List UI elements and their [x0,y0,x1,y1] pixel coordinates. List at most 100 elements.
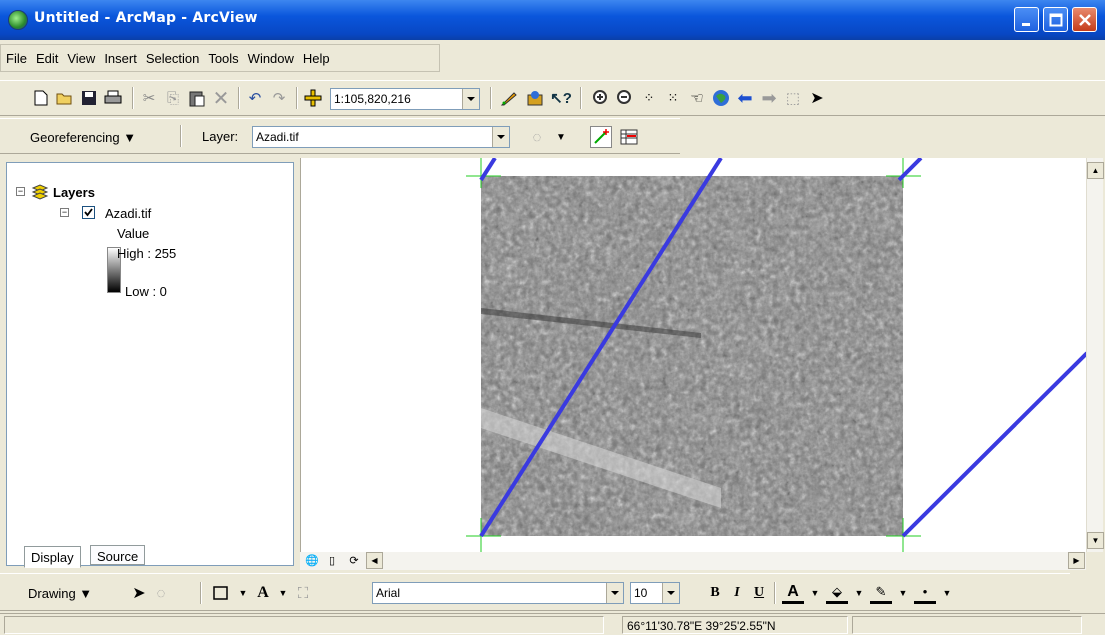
legend-high-label: High : 255 [117,246,177,261]
menu-tools[interactable]: Tools [203,45,242,66]
title-bar: Untitled - ArcMap - ArcView [0,0,1105,40]
select-elements-icon[interactable]: ➤ [128,582,150,604]
underline-button[interactable]: U [748,582,770,604]
layout-view-icon[interactable]: ▯ [324,552,340,568]
map-scale-value: 1:105,820,216 [334,92,411,106]
select-features-icon[interactable]: ⬚ [782,87,804,109]
zoom-out-icon[interactable] [614,87,636,109]
zoom-in-icon[interactable] [590,87,612,109]
fixed-zoom-out-icon[interactable]: ⁙ [662,87,684,109]
line-color-dropdown-icon[interactable]: ▼ [892,582,914,604]
map-scale-combo[interactable]: 1:105,820,216 [330,88,480,110]
redo-icon[interactable]: ↷ [268,87,290,109]
save-icon[interactable] [78,87,100,109]
print-icon[interactable] [102,87,124,109]
full-extent-globe-icon[interactable] [710,87,732,109]
pan-hand-icon[interactable]: ☜ [686,87,708,109]
font-color-button[interactable]: A [782,582,804,604]
georeferencing-menu[interactable]: Georeferencing ▼ [24,125,142,149]
layer-dropdown-icon[interactable] [492,127,509,147]
status-extra [852,616,1082,634]
scroll-up-icon[interactable]: ▲ [1087,162,1104,179]
font-name-combo[interactable]: Arial [372,582,624,604]
font-dropdown-icon[interactable] [606,583,623,603]
drawing-menu[interactable]: Drawing ▼ [22,581,98,605]
scale-dropdown-icon[interactable] [462,89,479,109]
menu-edit[interactable]: Edit [31,45,62,66]
font-color-dropdown-icon[interactable]: ▼ [804,582,826,604]
add-data-icon[interactable] [302,87,324,109]
cut-icon[interactable]: ✂ [138,87,160,109]
layers-collapse-icon[interactable]: − [16,187,25,196]
italic-button[interactable]: I [726,582,748,604]
status-coordinates: 66°11'30.78"E 39°25'2.55"N [622,616,848,634]
fill-color-icon[interactable]: ⬙ [826,582,848,604]
add-control-points-icon[interactable] [590,126,612,148]
new-document-icon[interactable] [30,87,52,109]
rotate-element-icon[interactable]: ◌ [150,582,172,604]
menu-file[interactable]: File [1,45,31,66]
whats-this-help-icon[interactable]: ↖? [550,87,572,109]
layer-collapse-icon[interactable]: − [60,208,69,217]
map-display[interactable] [300,158,1086,552]
font-name-value: Arial [376,586,401,600]
window-title: Untitled - ArcMap - ArcView [34,10,258,26]
layer-combo[interactable]: Azadi.tif [252,126,510,148]
marker-color-dropdown-icon[interactable]: ▼ [936,582,958,604]
font-size-dropdown-icon[interactable] [662,583,679,603]
menu-insert[interactable]: Insert [99,45,141,66]
refresh-view-icon[interactable]: ⟳ [346,552,362,568]
fixed-zoom-in-icon[interactable]: ⁘ [638,87,660,109]
text-dropdown-icon[interactable]: ▼ [272,582,294,604]
scroll-right-icon[interactable]: ▶ [1068,552,1085,569]
edit-vertices-icon[interactable]: ⛶ [292,582,314,604]
rotate-dropdown-icon[interactable]: ▼ [550,126,572,148]
map-bottom-bar: 🌐 ▯ ⟳ ◀ ▶ [300,552,1086,570]
menu-selection[interactable]: Selection [141,45,203,66]
scroll-left-icon[interactable]: ◀ [366,552,383,569]
layers-group-icon [31,184,49,203]
minimize-button[interactable] [1014,7,1039,32]
tab-source[interactable]: Source [90,545,146,565]
undo-icon[interactable]: ↶ [244,87,266,109]
layer-visibility-checkbox[interactable] [82,206,95,219]
delete-icon[interactable]: ✕ [210,87,232,110]
bold-button[interactable]: B [704,582,726,604]
open-folder-icon[interactable] [54,87,76,109]
marker-color-icon[interactable]: • [914,582,936,604]
rectangle-icon[interactable] [210,582,232,604]
new-text-icon[interactable]: A [252,582,274,604]
georeferencing-toolbar: Georeferencing ▼ Layer: Azadi.tif ◌ ▼ [0,118,680,154]
menu-window[interactable]: Window [243,45,298,66]
editor-toolbar-icon[interactable] [498,87,520,109]
satellite-raster-image [481,176,903,536]
tab-display[interactable]: Display [24,546,81,568]
data-view-icon[interactable]: 🌐 [304,552,320,568]
scroll-down-icon[interactable]: ▼ [1087,532,1104,549]
line-color-icon[interactable]: ✎ [870,582,892,604]
arcmap-globe-icon [8,10,28,30]
menu-help[interactable]: Help [298,45,334,66]
close-button[interactable] [1072,7,1097,32]
copy-icon[interactable]: ⎘ [162,87,184,109]
maximize-button[interactable] [1043,7,1068,32]
paste-icon[interactable] [186,87,208,109]
map-canvas[interactable] [301,158,1086,552]
layers-label: Layers [53,185,95,200]
layer-name[interactable]: Azadi.tif [105,206,151,221]
font-size-value: 10 [634,586,648,600]
next-extent-icon[interactable]: ➡ [758,87,780,109]
fill-color-dropdown-icon[interactable]: ▼ [848,582,870,604]
layer-combo-value: Azadi.tif [256,130,299,144]
font-size-combo[interactable]: 10 [630,582,680,604]
rectangle-dropdown-icon[interactable]: ▼ [232,582,254,604]
vertical-scrollbar[interactable]: ▲ ▼ [1086,158,1104,552]
select-elements-arrow-icon[interactable]: ➤ [806,87,828,109]
rotate-icon[interactable]: ◌ [526,126,548,148]
status-message [4,616,604,634]
view-link-table-icon[interactable] [618,126,640,148]
arctoolbox-icon[interactable] [524,87,546,109]
previous-extent-icon[interactable]: ⬅ [734,87,756,109]
menu-view[interactable]: View [62,45,99,66]
table-of-contents: − Layers − Azadi.tif Value High : 255 Lo… [6,162,294,566]
